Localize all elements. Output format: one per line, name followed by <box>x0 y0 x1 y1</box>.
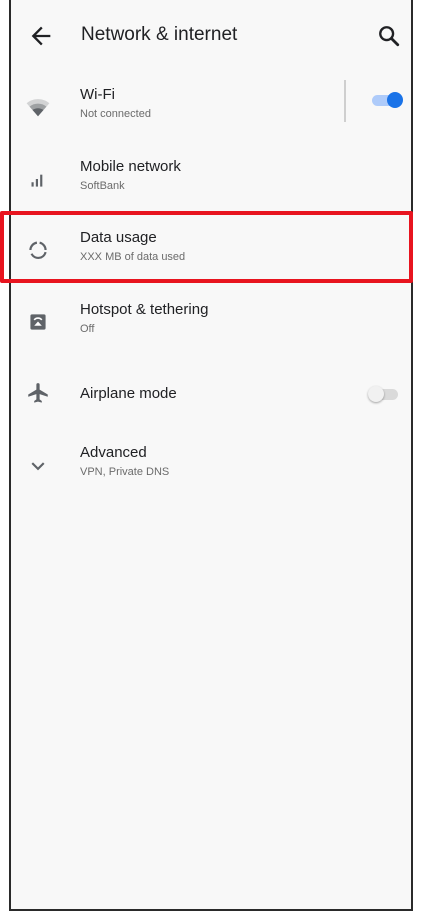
divider <box>344 80 346 122</box>
wifi-toggle[interactable] <box>372 92 404 108</box>
mobile-network-label: Mobile network <box>80 158 181 175</box>
mobile-network-carrier: SoftBank <box>80 180 125 192</box>
settings-item-mobile-network[interactable]: Mobile network SoftBank <box>11 144 411 216</box>
settings-item-airplane-mode[interactable]: Airplane mode <box>11 359 411 431</box>
hotspot-status: Off <box>80 323 95 335</box>
advanced-label: Advanced <box>80 444 147 461</box>
advanced-summary: VPN, Private DNS <box>80 466 170 478</box>
wifi-icon <box>25 94 51 120</box>
wifi-label: Wi-Fi <box>80 86 115 103</box>
airplane-mode-label: Airplane mode <box>80 385 177 402</box>
highlight-frame <box>0 211 413 283</box>
search-icon[interactable] <box>375 22 403 50</box>
settings-item-advanced[interactable]: Advanced VPN, Private DNS <box>11 430 411 502</box>
page-title: Network & internet <box>81 24 238 45</box>
settings-item-wifi[interactable]: Wi-Fi Not connected <box>11 72 411 144</box>
toggle-thumb <box>368 386 384 402</box>
hotspot-icon <box>25 309 51 335</box>
airplane-mode-toggle[interactable] <box>368 386 400 402</box>
app-bar: Network & internet <box>11 0 411 72</box>
hotspot-label: Hotspot & tethering <box>80 301 209 318</box>
arrow-left-icon[interactable] <box>27 22 55 50</box>
toggle-thumb <box>387 92 403 108</box>
signal-icon <box>25 166 51 192</box>
settings-item-hotspot[interactable]: Hotspot & tethering Off <box>11 287 411 359</box>
chevron-down-icon <box>25 452 51 478</box>
phone-screen: Network & internet Wi-Fi Not connected M… <box>9 0 413 911</box>
airplane-icon <box>25 381 51 407</box>
wifi-status: Not connected <box>80 108 151 120</box>
